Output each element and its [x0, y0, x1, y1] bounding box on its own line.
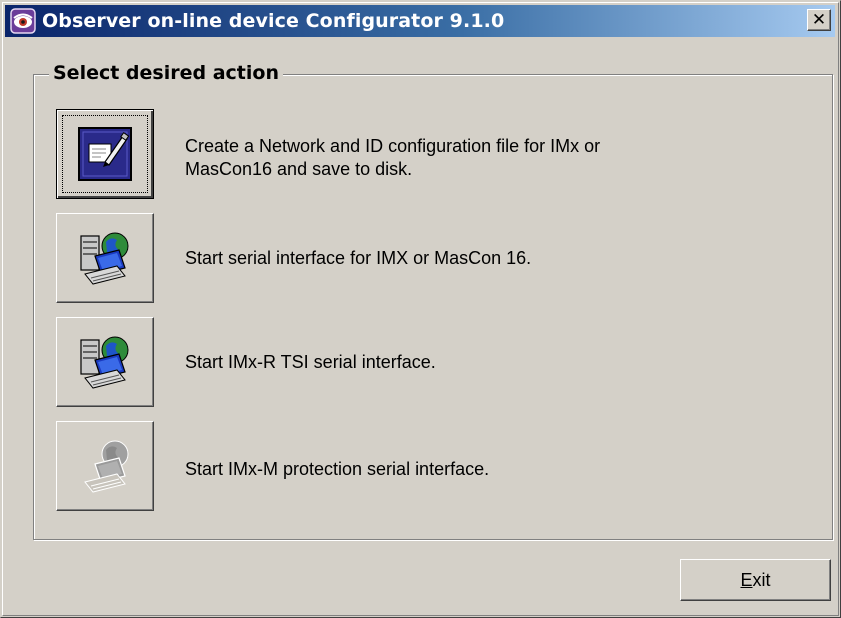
start-serial-interface-button[interactable] — [56, 213, 154, 303]
exit-button[interactable]: Exit — [680, 559, 831, 601]
start-imx-r-tsi-button[interactable] — [56, 317, 154, 407]
computer-network-icon — [80, 232, 129, 285]
edit-document-icon — [78, 127, 132, 181]
close-icon: ✕ — [811, 9, 827, 30]
exit-label: xit — [752, 569, 771, 590]
computer-network-icon — [84, 440, 129, 493]
start-serial-interface-label: Start serial interface for IMX or MasCon… — [185, 248, 532, 268]
start-imx-m-protection-button[interactable] — [56, 421, 154, 511]
create-config-label-line1: Create a Network and ID configuration fi… — [185, 136, 601, 156]
create-config-label: Create a Network and ID configuration fi… — [185, 135, 600, 181]
configurator-window: Observer on-line device Configurator 9.1… — [0, 0, 841, 618]
create-config-button[interactable] — [56, 109, 154, 199]
start-imx-m-protection-label: Start IMx-M protection serial interface. — [185, 459, 490, 479]
create-config-label-line2: MasCon16 and save to disk. — [185, 159, 413, 179]
window-title: Observer on-line device Configurator 9.1… — [42, 10, 505, 32]
group-legend: Select desired action — [49, 62, 283, 84]
observer-eye-icon — [10, 8, 36, 34]
close-button[interactable]: ✕ — [807, 9, 831, 31]
start-imx-r-tsi-label: Start IMx-R TSI serial interface. — [185, 352, 436, 372]
exit-mnemonic: E — [740, 569, 753, 590]
computer-network-icon — [80, 336, 129, 389]
title-bar[interactable]: Observer on-line device Configurator 9.1… — [5, 5, 835, 37]
